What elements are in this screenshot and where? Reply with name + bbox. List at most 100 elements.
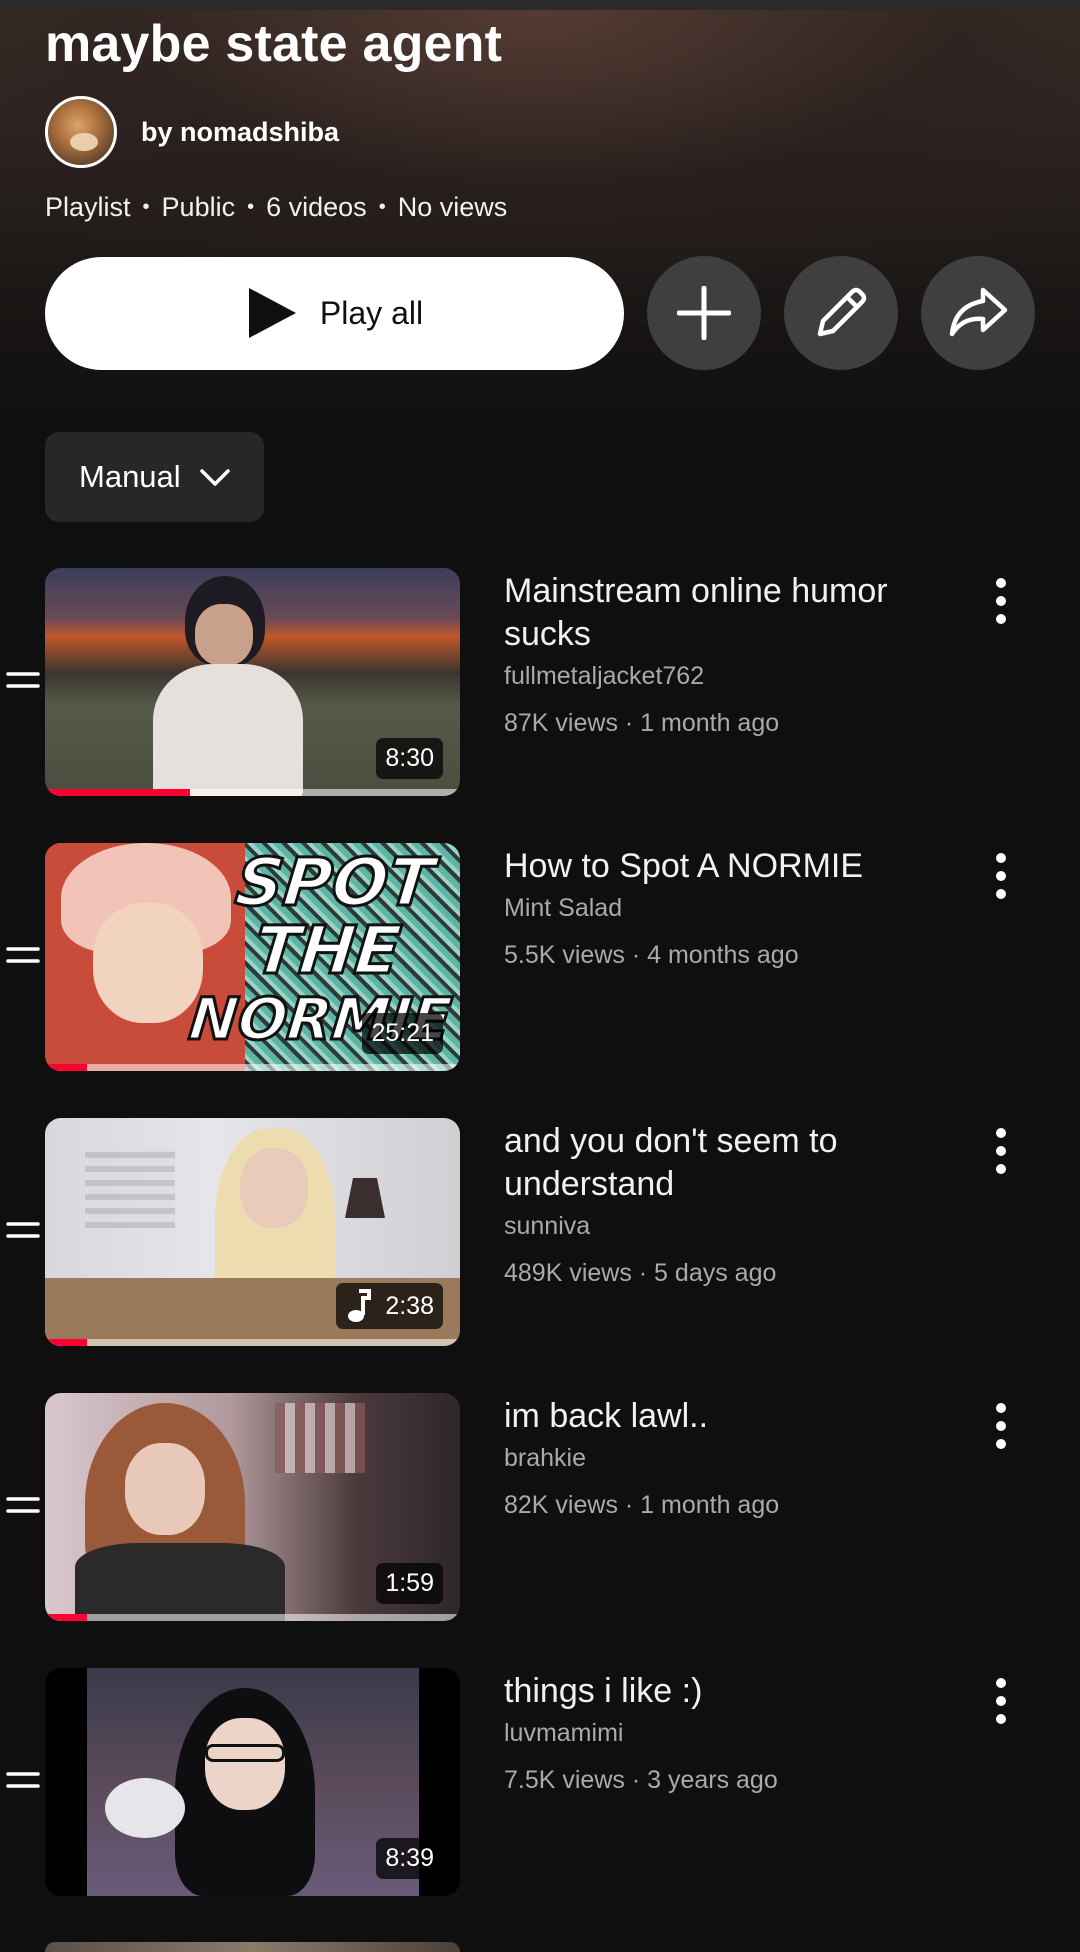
duration-text: 8:39 — [385, 1844, 434, 1872]
thumbnail-glasses — [205, 1744, 285, 1762]
video-title-line: Mainstream online humor — [504, 572, 888, 610]
more-options-icon[interactable] — [984, 1126, 1018, 1176]
video-thumbnail[interactable]: SPOT THE NORMIE 25:21 — [45, 843, 460, 1071]
video-list-item[interactable]: 8:39 things i like :) luvmamimi 7.5K vie… — [0, 1668, 1080, 1896]
drag-handle-icon[interactable] — [6, 1766, 40, 1794]
play-all-label: Play all — [319, 294, 424, 331]
thumbnail-caption-line: SPOT — [231, 843, 439, 923]
video-info[interactable]: How to Spot A NORMIE Mint Salad 5.5K vie… — [504, 843, 944, 971]
video-channel: brahkie — [504, 1444, 586, 1472]
video-title[interactable]: im back lawl.. — [504, 1395, 944, 1438]
playlist-meta: Playlist • Public • 6 videos • No views — [45, 192, 507, 223]
thumbnail-face — [240, 1148, 308, 1228]
meta-separator: • — [247, 196, 255, 218]
video-stats: 7.5K views · 3 years ago — [504, 1766, 778, 1794]
meta-separator: • — [378, 196, 386, 218]
more-options-icon[interactable] — [984, 1676, 1018, 1726]
video-title[interactable]: things i like :) — [504, 1670, 944, 1713]
video-stats: 82K views · 1 month ago — [504, 1491, 780, 1519]
duration-text: 25:21 — [371, 1019, 434, 1047]
thumbnail-face — [93, 903, 203, 1023]
video-title[interactable]: How to Spot A NORMIE — [504, 845, 944, 888]
video-stats: 5.5K views · 4 months ago — [504, 941, 799, 969]
thumbnail-wall-photos — [275, 1403, 365, 1473]
share-button[interactable] — [921, 256, 1035, 370]
duration-badge: 1:59 — [376, 1563, 443, 1604]
meta-visibility: Public — [161, 192, 236, 222]
duration-badge: 8:39 — [376, 1838, 443, 1879]
duration-text: 2:38 — [385, 1291, 434, 1320]
watch-progress-track — [45, 1064, 460, 1071]
video-info[interactable]: and you don't seem to understand sunniva… — [504, 1118, 944, 1289]
video-thumbnail[interactable]: 8:39 — [45, 1668, 460, 1896]
playlist-actions: Play all — [45, 256, 1035, 370]
video-title-line: im back lawl.. — [504, 1397, 709, 1435]
thumbnail-shirt — [75, 1543, 285, 1621]
avatar[interactable] — [45, 96, 117, 168]
video-title[interactable]: Mainstream online humor sucks — [504, 570, 944, 656]
video-title-line: and you don't seem to — [504, 1122, 838, 1160]
status-bar-edge — [0, 0, 1080, 10]
sort-dropdown[interactable]: Manual — [45, 432, 264, 522]
watch-progress-bar — [45, 1064, 87, 1071]
sort-selected-label: Manual — [79, 459, 181, 494]
drag-handle-icon[interactable] — [6, 1491, 40, 1519]
playlist-owner[interactable]: by nomadshiba — [45, 96, 339, 168]
play-icon — [248, 288, 296, 338]
duration-text: 1:59 — [385, 1569, 434, 1597]
thumbnail-caption-line: THE — [249, 911, 405, 991]
video-list-item[interactable]: 2:38 and you don't seem to understand su… — [0, 1118, 1080, 1346]
meta-type: Playlist — [45, 192, 131, 222]
video-stats: 87K views · 1 month ago — [504, 709, 780, 737]
watch-progress-track — [45, 1614, 460, 1621]
more-options-icon[interactable] — [984, 1401, 1018, 1451]
duration-text: 8:30 — [385, 744, 434, 772]
watch-progress-bar — [45, 789, 191, 796]
meta-video-count: 6 videos — [266, 192, 367, 222]
video-thumbnail[interactable]: 1:59 — [45, 1393, 460, 1621]
video-info[interactable]: things i like :) luvmamimi 7.5K views · … — [504, 1668, 944, 1796]
video-list-item[interactable]: SPOT THE NORMIE 25:21 How to Spot A NORM… — [0, 843, 1080, 1071]
add-icon — [677, 286, 731, 340]
video-channel: sunniva — [504, 1212, 591, 1240]
video-thumbnail[interactable]: 2:38 — [45, 1118, 460, 1346]
video-title[interactable]: and you don't seem to understand — [504, 1120, 944, 1206]
video-stats: 489K views · 5 days ago — [504, 1259, 777, 1287]
share-icon — [949, 287, 1008, 337]
video-list-item-partial[interactable] — [45, 1942, 460, 1952]
watch-progress-bar — [45, 1339, 87, 1346]
more-options-icon[interactable] — [984, 851, 1018, 901]
thumbnail-lamp — [345, 1178, 385, 1218]
video-title-line: things i like :) — [504, 1672, 703, 1710]
video-thumbnail[interactable]: 8:30 — [45, 568, 460, 796]
video-info[interactable]: im back lawl.. brahkie 82K views · 1 mon… — [504, 1393, 944, 1521]
thumbnail-figure-face — [195, 604, 253, 666]
video-title-line: How to Spot A NORMIE — [504, 847, 864, 885]
watch-progress-track — [45, 1339, 460, 1346]
edit-playlist-button[interactable] — [784, 256, 898, 370]
video-channel: luvmamimi — [504, 1719, 624, 1747]
thumbnail-face — [205, 1718, 285, 1810]
duration-badge: 2:38 — [336, 1283, 443, 1329]
video-title-line: understand — [504, 1165, 675, 1203]
watch-progress-bar — [45, 1614, 87, 1621]
chevron-down-icon — [199, 469, 230, 486]
duration-badge: 25:21 — [362, 1013, 443, 1054]
drag-handle-icon[interactable] — [6, 666, 40, 694]
drag-handle-icon[interactable] — [6, 941, 40, 969]
thumbnail-plush — [105, 1778, 185, 1838]
video-channel: fullmetaljacket762 — [504, 662, 705, 690]
duration-badge: 8:30 — [376, 738, 443, 779]
video-list-item[interactable]: 1:59 im back lawl.. brahkie 82K views · … — [0, 1393, 1080, 1621]
add-to-playlist-button[interactable] — [647, 256, 761, 370]
video-channel: Mint Salad — [504, 894, 623, 922]
playlist-page: maybe state agent by nomadshiba Playlist… — [0, 0, 1080, 1952]
more-options-icon[interactable] — [984, 576, 1018, 626]
video-list-item[interactable]: 8:30 Mainstream online humor sucks fullm… — [0, 568, 1080, 796]
meta-views: No views — [397, 192, 508, 222]
play-all-button[interactable]: Play all — [45, 256, 624, 370]
drag-handle-icon[interactable] — [6, 1216, 40, 1244]
video-title-line: sucks — [504, 615, 591, 653]
video-info[interactable]: Mainstream online humor sucks fullmetalj… — [504, 568, 944, 739]
owner-name[interactable]: by nomadshiba — [141, 117, 339, 148]
